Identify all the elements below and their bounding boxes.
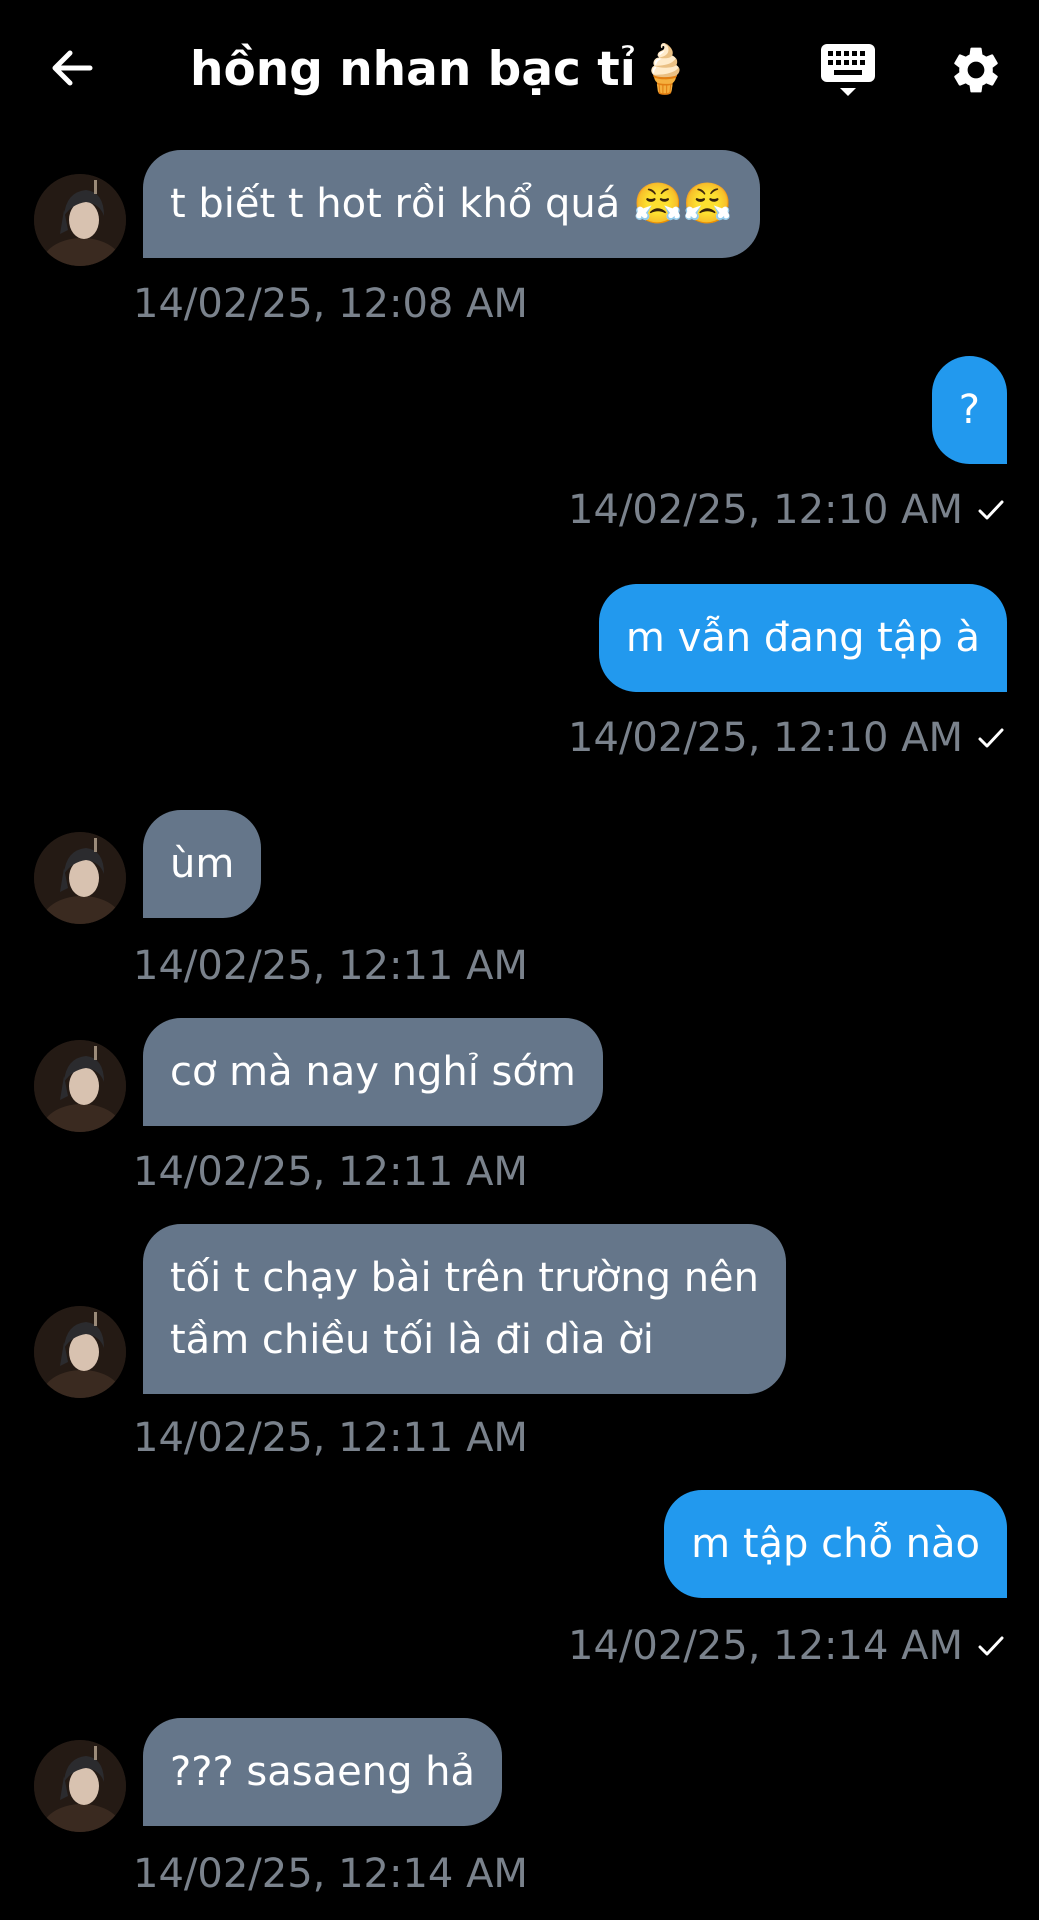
message-timestamp: 14/02/25, 12:14 AM — [568, 1622, 1007, 1670]
timestamp-text: 14/02/25, 12:10 AM — [568, 487, 963, 533]
message-timestamp: 14/02/25, 12:11 AM — [133, 943, 528, 989]
message-timestamp: 14/02/25, 12:11 AM — [133, 1149, 528, 1195]
message-bubble[interactable]: m tập chỗ nào — [664, 1490, 1007, 1598]
back-button[interactable] — [44, 40, 100, 96]
message-text-line: tối t chạy bài trên trường nên — [170, 1255, 760, 1301]
message-bubble[interactable]: tối t chạy bài trên trường nên tầm chiều… — [143, 1224, 787, 1394]
message-bubble[interactable]: cơ mà nay nghỉ sớm — [143, 1018, 603, 1126]
avatar[interactable] — [34, 1306, 126, 1398]
message-text-line: tầm chiều tối là đi dìa ời — [170, 1317, 654, 1363]
message-text: t biết t hot rồi khổ quá 😤😤 — [170, 181, 733, 227]
message-timestamp: 14/02/25, 12:10 AM — [568, 714, 1007, 762]
message-text: cơ mà nay nghỉ sớm — [170, 1049, 576, 1095]
message-bubble[interactable]: m vẫn đang tập à — [598, 584, 1007, 692]
message-bubble[interactable]: t biết t hot rồi khổ quá 😤😤 — [143, 150, 760, 258]
keyboard-button[interactable] — [816, 38, 880, 102]
message-text: ùm — [170, 841, 235, 887]
message-timestamp: 14/02/25, 12:10 AM — [568, 486, 1007, 534]
message-text: m tập chỗ nào — [691, 1521, 980, 1567]
avatar[interactable] — [34, 1740, 126, 1832]
settings-button[interactable] — [944, 38, 1008, 102]
contact-avatar-image — [34, 174, 126, 266]
read-check-icon — [978, 728, 1004, 748]
timestamp-text: 14/02/25, 12:14 AM — [568, 1623, 963, 1669]
avatar[interactable] — [34, 174, 126, 266]
avatar[interactable] — [34, 832, 126, 924]
message-text: ? — [958, 387, 980, 433]
read-check-icon — [978, 1636, 1004, 1656]
contact-avatar-image — [34, 1740, 126, 1832]
read-check-icon — [978, 500, 1004, 520]
message-bubble[interactable]: ùm — [143, 810, 262, 918]
message-text: ??? sasaeng hả — [170, 1749, 476, 1795]
timestamp-text: 14/02/25, 12:10 AM — [568, 715, 963, 761]
message-bubble[interactable]: ??? sasaeng hả — [143, 1718, 503, 1826]
message-timestamp: 14/02/25, 12:11 AM — [133, 1415, 528, 1461]
arrow-left-icon — [52, 50, 93, 86]
message-text: m vẫn đang tập à — [625, 615, 980, 661]
gear-icon — [954, 47, 998, 93]
message-timestamp: 14/02/25, 12:08 AM — [133, 281, 528, 327]
contact-avatar-image — [34, 1306, 126, 1398]
chat-title[interactable]: hồng nhan bạc tỉ🍦 — [190, 38, 694, 102]
contact-avatar-image — [34, 832, 126, 924]
contact-avatar-image — [34, 1040, 126, 1132]
message-bubble[interactable]: ? — [931, 356, 1007, 464]
keyboard-icon — [821, 44, 875, 96]
message-timestamp: 14/02/25, 12:14 AM — [133, 1851, 528, 1897]
avatar[interactable] — [34, 1040, 126, 1132]
chat-header: hồng nhan bạc tỉ🍦 — [0, 0, 1039, 140]
